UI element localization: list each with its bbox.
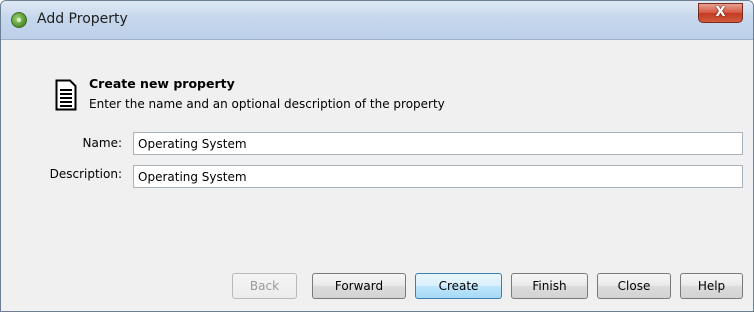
description-label: Description: xyxy=(49,167,122,181)
window-close-button[interactable]: X xyxy=(698,3,743,23)
document-icon xyxy=(55,79,77,111)
finish-button[interactable]: Finish xyxy=(511,273,588,299)
forward-button[interactable]: Forward xyxy=(312,273,406,299)
close-button[interactable]: Close xyxy=(597,273,671,299)
help-button[interactable]: Help xyxy=(680,273,743,299)
app-icon xyxy=(11,12,27,28)
header-description: Enter the name and an optional descripti… xyxy=(89,97,445,111)
window-title: Add Property xyxy=(37,11,128,27)
name-label: Name: xyxy=(82,136,122,150)
close-icon: X xyxy=(715,5,726,20)
add-property-dialog: Add Property X Create new property Enter… xyxy=(0,0,754,312)
title-bar[interactable]: Add Property X xyxy=(1,1,753,40)
description-input[interactable] xyxy=(133,165,743,188)
create-button[interactable]: Create xyxy=(415,273,502,299)
back-button[interactable]: Back xyxy=(232,273,297,299)
header-title: Create new property xyxy=(89,76,235,91)
name-input[interactable] xyxy=(133,132,743,155)
